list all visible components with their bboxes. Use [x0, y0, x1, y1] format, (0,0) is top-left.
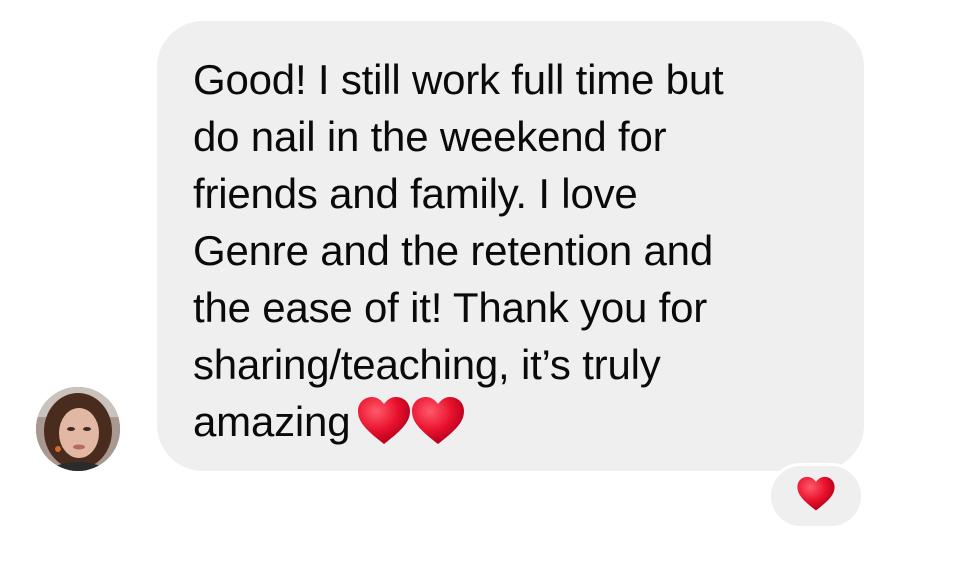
- message-line-last: amazing: [193, 393, 834, 460]
- avatar-photo: [36, 387, 120, 471]
- red-heart-icon: [796, 476, 836, 517]
- message-line: the ease of it! Thank you for: [193, 284, 708, 331]
- red-heart-icon: [410, 396, 466, 460]
- reaction-badge[interactable]: [768, 463, 864, 529]
- message-line: friends and family. I love: [193, 170, 638, 217]
- message-line: Good! I still work full time but: [193, 56, 724, 103]
- red-heart-icon: [356, 396, 412, 460]
- message-text: Good! I still work full time but do nail…: [193, 51, 834, 460]
- message-line: sharing/teaching, it’s truly: [193, 341, 661, 388]
- message-line: amazing: [193, 398, 351, 445]
- message-line: Genre and the retention and: [193, 227, 713, 274]
- message-line: do nail in the weekend for: [193, 113, 667, 160]
- message-bubble[interactable]: Good! I still work full time but do nail…: [157, 21, 864, 471]
- sender-avatar[interactable]: [36, 387, 120, 471]
